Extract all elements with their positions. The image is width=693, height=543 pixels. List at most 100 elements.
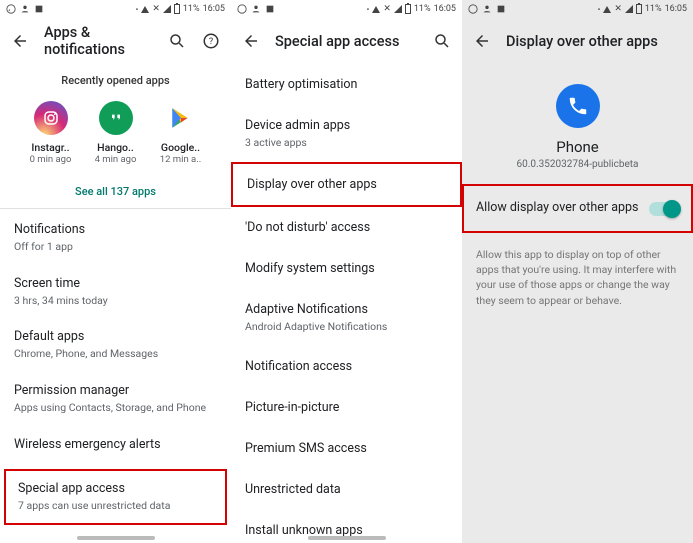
search-icon xyxy=(168,32,186,50)
setting-title: Wireless emergency alerts xyxy=(14,437,217,452)
dot-icon: • xyxy=(136,5,139,14)
app-time: 4 min ago xyxy=(95,154,137,165)
screen-display-over-apps: • ✕ 11% 16:05 Display over other apps Ph… xyxy=(462,0,693,543)
screenshot-icon xyxy=(496,4,506,14)
recent-apps-header: Recently opened apps xyxy=(14,64,217,101)
item-dnd-access[interactable]: 'Do not disturb' access xyxy=(231,207,462,248)
item-unrestricted-data[interactable]: Unrestricted data xyxy=(231,469,462,510)
item-sub: Android Adaptive Notifications xyxy=(245,320,448,333)
screenshot-icon xyxy=(34,4,44,14)
page-title: Apps & notifications xyxy=(44,24,153,58)
battery-icon xyxy=(405,4,411,14)
setting-notifications[interactable]: Notifications Off for 1 app xyxy=(14,211,217,265)
whatsapp-icon xyxy=(6,4,16,14)
recent-app-google-play[interactable]: Google.. 12 min a.. xyxy=(151,101,211,165)
battery-percent: 11% xyxy=(645,4,662,14)
search-button[interactable] xyxy=(432,31,452,51)
page-title: Display over other apps xyxy=(506,33,683,50)
setting-title: Special app access xyxy=(18,481,213,496)
phone-app-icon xyxy=(556,84,600,128)
screen-special-app-access: • ✕ 11% 16:05 Special app access Battery… xyxy=(231,0,462,543)
dot-icon: • xyxy=(367,5,370,14)
item-notification-access[interactable]: Notification access xyxy=(231,346,462,387)
gesture-nav-indicator xyxy=(77,536,155,540)
app-label: Hango.. xyxy=(97,141,134,154)
whatsapp-icon xyxy=(468,4,478,14)
recent-app-instagram[interactable]: Instagr.. 0 min ago xyxy=(21,101,81,165)
help-button[interactable]: ? xyxy=(201,31,221,51)
setting-title: Permission manager xyxy=(14,383,217,398)
setting-sub: 7 apps can use unrestricted data xyxy=(18,499,213,513)
app-label: Instagr.. xyxy=(31,141,69,154)
instagram-icon xyxy=(34,101,68,135)
setting-sub: 3 hrs, 34 mins today xyxy=(14,294,217,308)
app-info-block: Phone 60.0.352032784-publicbeta xyxy=(462,84,693,170)
item-title: Display over other apps xyxy=(247,177,446,192)
screen-apps-notifications: • ✕ 11% 16:05 Apps & notifications ? Rec… xyxy=(0,0,231,543)
settings-list: Battery optimisation Device admin apps 3… xyxy=(231,64,462,543)
setting-screen-time[interactable]: Screen time 3 hrs, 34 mins today xyxy=(14,265,217,319)
app-label: Google.. xyxy=(161,141,200,154)
item-premium-sms[interactable]: Premium SMS access xyxy=(231,428,462,469)
setting-wireless-alerts[interactable]: Wireless emergency alerts xyxy=(14,426,217,463)
svg-text:?: ? xyxy=(209,37,213,47)
clock: 16:05 xyxy=(434,4,456,14)
app-time: 0 min ago xyxy=(30,154,72,165)
recent-app-hangouts[interactable]: Hango.. 4 min ago xyxy=(86,101,146,165)
item-adaptive-notifications[interactable]: Adaptive Notifications Android Adaptive … xyxy=(231,289,462,346)
item-display-over-apps[interactable]: Display over other apps xyxy=(233,164,460,205)
contact-icon xyxy=(251,4,261,14)
page-title: Special app access xyxy=(275,33,418,50)
back-button[interactable] xyxy=(10,31,30,51)
signal-up-icon xyxy=(603,6,611,13)
setting-special-app-access[interactable]: Special app access 7 apps can use unrest… xyxy=(6,471,225,523)
setting-default-apps[interactable]: Default apps Chrome, Phone, and Messages xyxy=(14,318,217,372)
recent-apps-row: Instagr.. 0 min ago Hango.. 4 min ago Go… xyxy=(14,101,217,171)
battery-percent: 11% xyxy=(183,4,200,14)
dot-icon: • xyxy=(598,5,601,14)
item-title: Unrestricted data xyxy=(245,482,448,497)
item-title: Modify system settings xyxy=(245,261,448,276)
back-button[interactable] xyxy=(472,31,492,51)
back-arrow-icon xyxy=(11,32,29,50)
signal-up-icon xyxy=(372,6,380,13)
item-device-admin[interactable]: Device admin apps 3 active apps xyxy=(231,105,462,162)
item-title: Device admin apps xyxy=(245,118,448,133)
allow-overlay-toggle[interactable] xyxy=(649,202,679,216)
item-pip[interactable]: Picture-in-picture xyxy=(231,387,462,428)
app-name-label: Phone xyxy=(462,138,693,156)
contact-icon xyxy=(482,4,492,14)
hangouts-icon xyxy=(99,101,133,135)
battery-icon xyxy=(174,4,180,14)
highlight-display-over: Display over other apps xyxy=(231,162,462,207)
search-button[interactable] xyxy=(167,31,187,51)
item-modify-system[interactable]: Modify system settings xyxy=(231,248,462,289)
item-title: Battery optimisation xyxy=(245,77,448,92)
nosim-icon: ✕ xyxy=(152,4,160,14)
screenshot-icon xyxy=(265,4,275,14)
setting-permission-manager[interactable]: Permission manager Apps using Contacts, … xyxy=(14,372,217,426)
setting-title: Notifications xyxy=(14,222,217,237)
highlight-toggle-row: Allow display over other apps xyxy=(462,184,693,233)
back-button[interactable] xyxy=(241,31,261,51)
back-arrow-icon xyxy=(473,32,491,50)
contact-icon xyxy=(20,4,30,14)
setting-sub: Chrome, Phone, and Messages xyxy=(14,347,217,361)
content-area: Recently opened apps Instagr.. 0 min ago… xyxy=(0,64,231,471)
cell-signal-icon xyxy=(625,5,633,13)
gesture-nav-indicator xyxy=(308,536,386,540)
clock: 16:05 xyxy=(203,4,225,14)
clock: 16:05 xyxy=(665,4,687,14)
item-title: Premium SMS access xyxy=(245,441,448,456)
item-title: Notification access xyxy=(245,359,448,374)
app-bar: Apps & notifications ? xyxy=(0,18,231,64)
app-version-label: 60.0.352032784-publicbeta xyxy=(462,159,693,170)
setting-title: Screen time xyxy=(14,276,217,291)
item-battery-optimisation[interactable]: Battery optimisation xyxy=(231,64,462,105)
highlight-special-app-access: Special app access 7 apps can use unrest… xyxy=(4,469,227,525)
divider xyxy=(0,208,231,209)
see-all-apps-link[interactable]: See all 137 apps xyxy=(14,171,217,208)
status-bar: • ✕ 11% 16:05 xyxy=(0,0,231,18)
setting-sub: Off for 1 app xyxy=(14,240,217,254)
help-icon: ? xyxy=(202,32,220,50)
